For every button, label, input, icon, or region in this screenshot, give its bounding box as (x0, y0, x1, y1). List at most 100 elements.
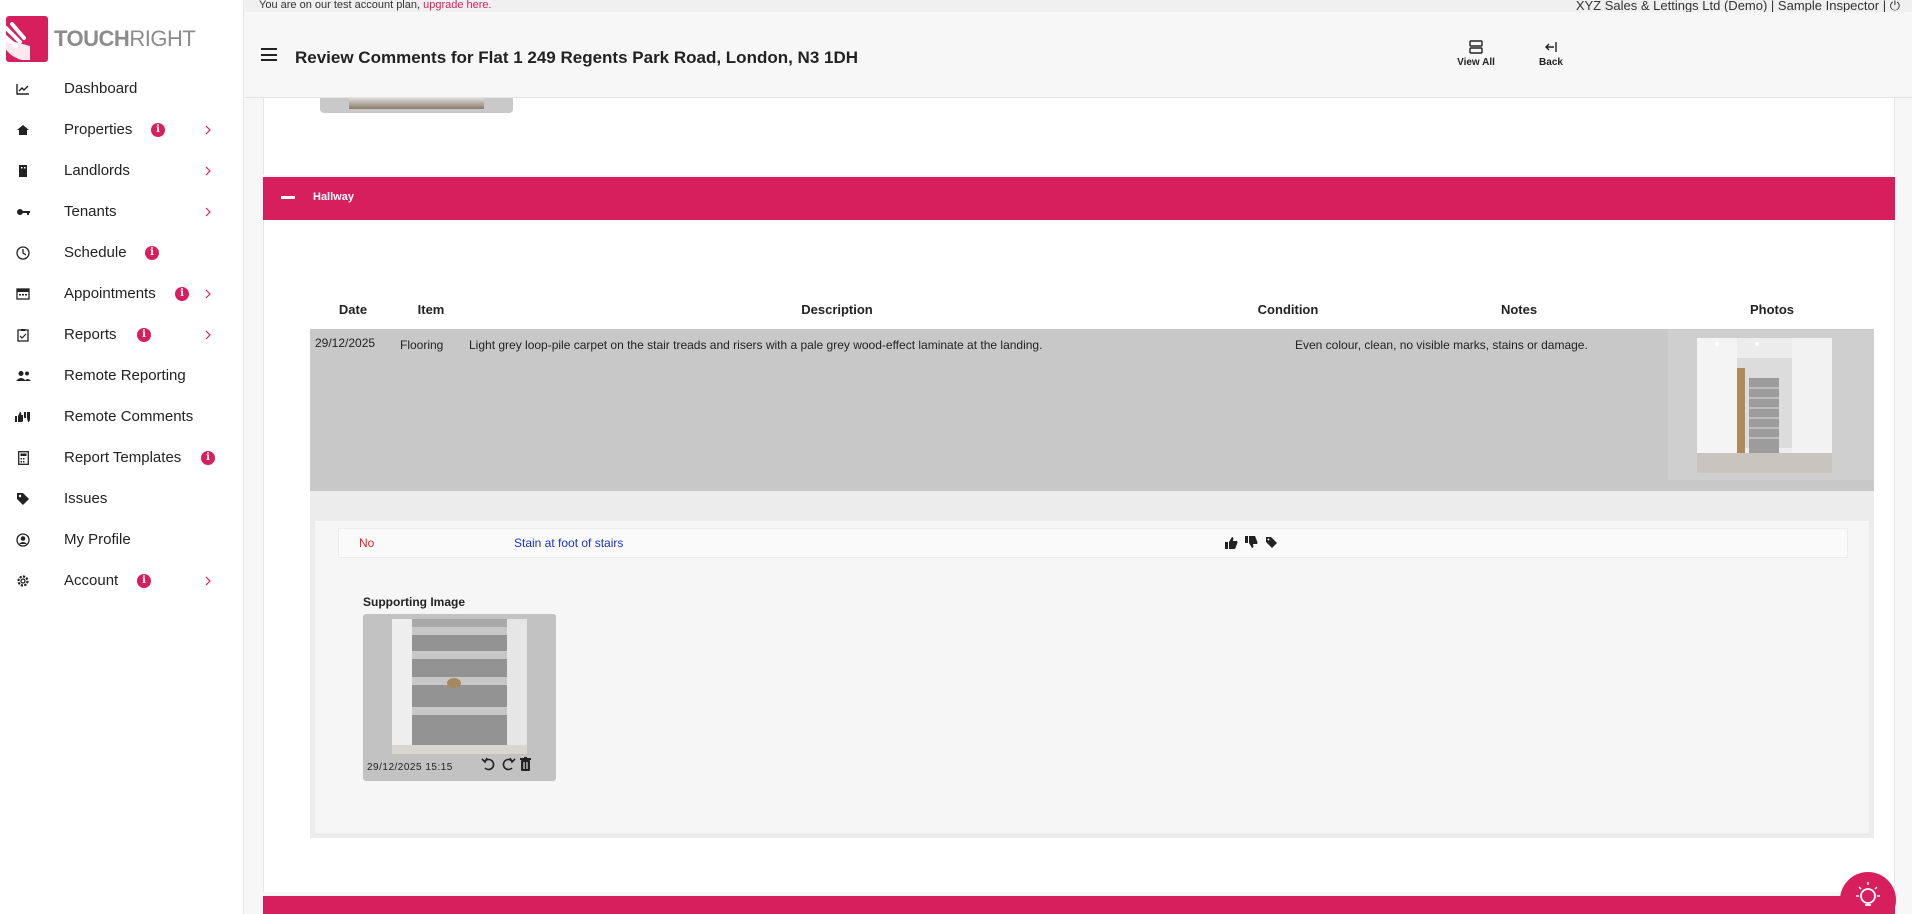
logo[interactable]: TOUCHRIGHT (0, 16, 196, 62)
sidebar: TOUCHRIGHT Dashboard Properties i Landlords… (0, 0, 244, 914)
chevron-right-icon[interactable] (203, 166, 213, 176)
sidebar-item-tenants[interactable]: Tenants (0, 191, 244, 232)
calendar-icon (15, 286, 31, 302)
sidebar-item-label: Reports (64, 326, 117, 343)
trash-icon[interactable] (519, 757, 532, 771)
rows-icon (1469, 40, 1483, 54)
col-condition: Condition (1257, 301, 1319, 317)
chevron-right-icon[interactable] (203, 330, 213, 340)
comment-row: No Stain at foot of stairs (338, 528, 1848, 558)
sidebar-item-remote-comments[interactable]: Remote Comments (0, 396, 244, 437)
supporting-image-label: Supporting Image (363, 595, 465, 609)
sidebar-item-my-profile[interactable]: My Profile (0, 519, 244, 560)
sidebar-item-properties[interactable]: Properties i (0, 109, 244, 150)
comment-text[interactable]: Stain at foot of stairs (514, 536, 623, 550)
row-description: Light grey loop-pile carpet on the stair… (469, 338, 1043, 352)
sidebar-item-label: Account (64, 572, 119, 589)
info-badge-icon: i (201, 450, 215, 465)
tags-icon[interactable] (1264, 536, 1278, 549)
sidebar-item-label: Dashboard (64, 80, 138, 97)
users-icon (15, 368, 31, 384)
image-timestamp: 29/12/2025 15:15 (367, 762, 453, 773)
help-button[interactable] (1840, 872, 1896, 914)
sidebar-item-label: Appointments (64, 285, 156, 302)
sidebar-item-label: Properties (64, 121, 133, 138)
sidebar-item-label: Issues (64, 490, 108, 507)
sidebar-item-label: Report Templates (64, 449, 182, 466)
hamburger-menu-icon[interactable] (261, 48, 277, 61)
sidebar-item-issues[interactable]: Issues (0, 478, 244, 519)
sidebar-item-account[interactable]: Account i (0, 560, 244, 601)
sidebar-item-label: Schedule (64, 244, 127, 261)
sidebar-item-schedule[interactable]: Schedule i (0, 232, 244, 273)
sidebar-item-remote-reporting[interactable]: Remote Reporting (0, 355, 244, 396)
col-photos: Photos (1749, 301, 1795, 317)
comment-inner: No Stain at foot of stairs Supporting Im… (315, 521, 1869, 833)
col-notes: Notes (1500, 301, 1538, 317)
building-icon (15, 163, 31, 179)
chevron-right-icon[interactable] (203, 207, 213, 217)
plan-banner: You are on our test account plan, upgrad… (245, 0, 1912, 13)
sidebar-item-appointments[interactable]: Appointments i (0, 273, 244, 314)
home-icon (15, 122, 31, 138)
chevron-right-icon[interactable] (203, 576, 213, 586)
supporting-image-card: 29/12/2025 15:15 (363, 614, 556, 781)
table-row[interactable] (310, 329, 1874, 491)
row-item: Flooring (400, 338, 444, 352)
thumbs-icon (15, 409, 31, 425)
sidebar-item-landlords[interactable]: Landlords (0, 150, 244, 191)
sidebar-item-label: Remote Reporting (64, 367, 186, 384)
plan-text: You are on our test account plan, (259, 0, 421, 11)
back-button[interactable]: Back (1521, 38, 1581, 68)
items-table: Date Item Description Condition Notes Ph… (310, 290, 1874, 328)
col-description: Description (801, 301, 873, 317)
section-name: Hallway (313, 191, 354, 203)
sidebar-item-report-templates[interactable]: Report Templates i (0, 437, 244, 478)
thumbs-down-icon[interactable] (1244, 536, 1258, 549)
rotate-right-icon[interactable] (500, 757, 516, 771)
key-icon (15, 204, 31, 220)
page-title: Review Comments for Flat 1 249 Regents P… (295, 48, 859, 67)
gear-icon (15, 573, 31, 589)
user-circle-icon (15, 532, 31, 548)
chart-line-icon (15, 81, 31, 97)
tag-icon (15, 491, 31, 507)
hand-logo-icon (0, 16, 48, 62)
sidebar-item-reports[interactable]: Reports i (0, 314, 244, 355)
stairs-photo[interactable] (1697, 338, 1832, 473)
supporting-image[interactable] (392, 619, 527, 754)
view-all-button[interactable]: View All (1446, 38, 1506, 68)
sidebar-item-dashboard[interactable]: Dashboard (0, 68, 244, 109)
row-notes: Even colour, clean, no visible marks, st… (1295, 338, 1588, 352)
info-badge-icon: i (137, 327, 151, 342)
back-arrow-icon (1545, 42, 1557, 52)
thumbs-up-icon[interactable] (1224, 536, 1238, 549)
comment-panel: No Stain at foot of stairs Supporting Im… (310, 491, 1874, 838)
clock-icon (15, 245, 31, 261)
chevron-right-icon[interactable] (203, 125, 213, 135)
row-date: 29/12/2025 (315, 336, 376, 350)
page-header: Review Comments for Flat 1 249 Regents P… (245, 12, 1912, 98)
previous-photo-thumbnail[interactable] (320, 98, 513, 113)
upgrade-link[interactable]: upgrade here. (423, 0, 492, 11)
collapse-icon[interactable] (281, 196, 295, 199)
sidebar-item-label: Landlords (64, 162, 130, 179)
lightbulb-icon (1856, 882, 1880, 906)
sidebar-item-label: Remote Comments (64, 408, 194, 425)
info-badge-icon: i (145, 245, 159, 260)
info-badge-icon: i (151, 122, 165, 137)
sidebar-item-label: My Profile (64, 531, 131, 548)
brand-name: TOUCHRIGHT (54, 26, 196, 51)
col-date: Date (338, 301, 368, 317)
next-section-header[interactable] (263, 896, 1895, 914)
sidebar-item-label: Tenants (64, 203, 117, 220)
sidebar-nav: Dashboard Properties i Landlords Tenants Sche… (0, 68, 244, 601)
rotate-left-icon[interactable] (481, 757, 497, 771)
table-header-row: Date Item Description Condition Notes Ph… (310, 290, 1874, 328)
info-badge-icon: i (175, 286, 189, 301)
clipboard-icon (15, 327, 31, 343)
col-item: Item (417, 301, 445, 317)
section-header-hallway[interactable]: Hallway (263, 177, 1895, 220)
chevron-right-icon[interactable] (203, 289, 213, 299)
info-badge-icon: i (137, 573, 151, 588)
